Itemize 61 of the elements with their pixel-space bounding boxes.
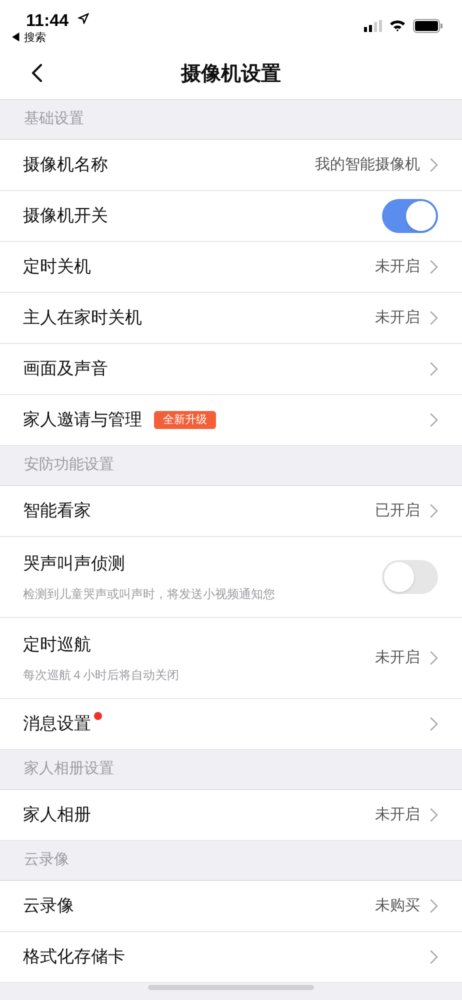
chevron-right-icon [430, 362, 438, 376]
row-value: 我的智能摄像机 [315, 154, 420, 175]
location-icon [78, 13, 89, 24]
row-label: 主人在家时关机 [23, 307, 142, 330]
toggle-switch[interactable] [382, 199, 438, 233]
settings-row[interactable]: 家人相册 未开启 [0, 790, 462, 841]
row-label: 定时关机 [23, 256, 91, 278]
chevron-right-icon [430, 808, 438, 822]
chevron-right-icon [430, 899, 438, 913]
chevron-right-icon [430, 950, 438, 964]
chevron-right-icon [430, 311, 438, 325]
settings-row[interactable]: 云录像 未购买 [0, 881, 462, 932]
settings-row[interactable]: 哭声叫声侦测 检测到儿童哭声或叫声时，将发送小视频通知您 [0, 537, 462, 618]
signal-icon [364, 20, 382, 32]
row-label: 智能看家 [23, 500, 91, 522]
settings-row[interactable]: 摄像机开关 [0, 191, 462, 242]
row-value: 未开启 [375, 256, 420, 277]
chevron-right-icon [430, 504, 438, 518]
chevron-right-icon [430, 413, 438, 427]
section-header: 安防功能设置 [24, 455, 114, 476]
section-header: 基础设置 [24, 109, 84, 130]
toggle-switch[interactable] [382, 560, 438, 594]
row-label: 画面及声音 [23, 358, 108, 380]
settings-row[interactable]: 画面及声音 [0, 344, 462, 395]
chevron-right-icon [430, 717, 438, 731]
row-label: 消息设置 [23, 713, 91, 736]
new-badge: 全新升级 [154, 410, 216, 430]
row-label: 定时巡航 [23, 634, 91, 656]
row-label: 格式化存储卡 [23, 946, 125, 968]
wifi-icon [389, 19, 406, 32]
chevron-right-icon [430, 260, 438, 274]
settings-row[interactable]: 主人在家时关机 未开启 [0, 293, 462, 344]
row-value: 已开启 [375, 500, 420, 521]
row-description: 检测到儿童哭声或叫声时，将发送小视频通知您 [23, 586, 276, 603]
chevron-right-icon [430, 158, 438, 172]
row-value: 未开启 [375, 308, 420, 328]
row-label: 家人相册 [23, 804, 91, 826]
settings-row[interactable]: 摄像机名称 我的智能摄像机 [0, 140, 462, 191]
settings-row[interactable]: 定时关机 未开启 [0, 242, 462, 293]
row-label: 家人邀请与管理 [23, 409, 142, 432]
row-value: 未开启 [375, 648, 420, 668]
battery-icon [413, 19, 443, 33]
row-value: 未开启 [375, 804, 420, 825]
back-to-app-link[interactable]: ◀ 搜索 [10, 30, 46, 46]
settings-row[interactable]: 消息设置 [0, 699, 462, 750]
settings-row[interactable]: 家人邀请与管理 全新升级 [0, 395, 462, 446]
row-label: 摄像机开关 [23, 205, 108, 228]
row-label: 摄像机名称 [23, 154, 108, 176]
row-description: 每次巡航４小时后将自动关闭 [23, 666, 180, 684]
section-header: 家人相册设置 [24, 759, 114, 780]
section-header: 云录像 [24, 850, 69, 870]
page-title: 摄像机设置 [181, 62, 281, 86]
status-time: 11:44 [26, 10, 69, 32]
settings-row[interactable]: 格式化存储卡 [0, 932, 462, 983]
settings-row[interactable]: 智能看家 已开启 [0, 486, 462, 537]
row-value: 未购买 [375, 896, 420, 916]
row-label: 云录像 [23, 895, 74, 918]
back-chevron-icon [31, 63, 43, 83]
row-label: 哭声叫声侦测 [23, 553, 125, 576]
chevron-right-icon [430, 651, 438, 665]
settings-row[interactable]: 定时巡航 每次巡航４小时后将自动关闭 未开启 [0, 618, 462, 699]
